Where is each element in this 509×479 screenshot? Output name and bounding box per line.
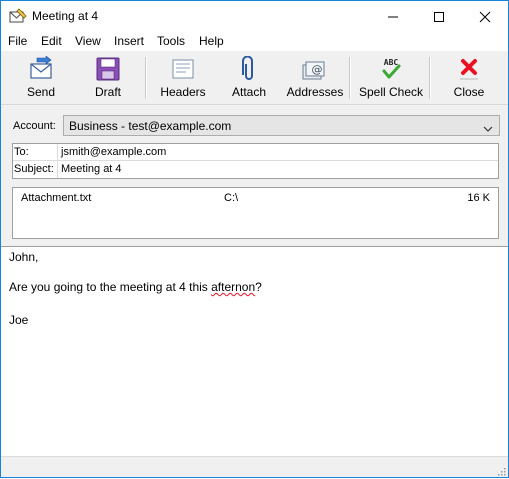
send-button[interactable]: Send	[13, 53, 69, 103]
headers-button[interactable]: Headers	[153, 53, 213, 103]
spell-check-label: Spell Check	[358, 85, 424, 99]
body-text: Are you going to the meeting at 4 this	[9, 280, 212, 294]
minimize-button[interactable]	[370, 1, 416, 31]
menu-bar: File Edit View Insert Tools Help	[1, 31, 508, 51]
account-label: Account:	[13, 120, 56, 132]
close-icon	[455, 56, 483, 82]
attach-button[interactable]: Attach	[223, 53, 275, 103]
send-icon	[27, 55, 55, 82]
menu-help[interactable]: Help	[199, 34, 224, 48]
close-label: Close	[453, 85, 485, 99]
menu-file[interactable]: File	[8, 34, 27, 48]
toolbar-separator	[429, 57, 431, 99]
menu-tools[interactable]: Tools	[157, 34, 185, 48]
address-fields: To: jsmith@example.com Subject: Meeting …	[12, 143, 499, 179]
attachments-list: Attachment.txt C:\ 16 K	[12, 187, 499, 239]
body-text-end: ?	[255, 280, 262, 294]
body-greeting: John,	[9, 250, 39, 264]
chevron-down-icon	[483, 122, 493, 136]
status-bar	[1, 456, 508, 477]
attachment-size: 16 K	[467, 192, 490, 204]
menu-insert[interactable]: Insert	[114, 34, 144, 48]
body-signature: Joe	[9, 313, 29, 327]
subject-row[interactable]: Subject: Meeting at 4	[13, 161, 498, 178]
address-book-icon: @	[301, 56, 329, 82]
toolbar: Send Draft Headers Attach @ Addresses AB…	[1, 51, 508, 105]
title-bar[interactable]: Meeting at 4	[1, 1, 508, 31]
draft-label: Draft	[94, 85, 121, 99]
to-label: To:	[14, 146, 29, 158]
save-draft-icon	[94, 56, 122, 82]
spell-check-button[interactable]: ABC Spell Check	[355, 53, 427, 103]
headers-label: Headers	[160, 85, 206, 99]
subject-label: Subject:	[14, 163, 54, 175]
close-message-button[interactable]: Close	[441, 53, 497, 103]
to-row[interactable]: To: jsmith@example.com	[13, 144, 498, 161]
spell-check-icon: ABC	[377, 56, 405, 82]
window-title: Meeting at 4	[32, 9, 99, 23]
window-close-button[interactable]	[462, 1, 508, 31]
app-mail-icon	[9, 8, 27, 24]
minimize-icon	[388, 16, 398, 18]
send-label: Send	[26, 85, 56, 99]
message-header-panel: Account: Business - test@example.com To:…	[1, 106, 508, 246]
maximize-button[interactable]	[416, 1, 462, 31]
menu-view[interactable]: View	[75, 34, 101, 48]
attachment-name: Attachment.txt	[21, 192, 92, 204]
account-select[interactable]: Business - test@example.com	[63, 115, 500, 136]
resize-grip-icon[interactable]	[496, 465, 506, 476]
account-value: Business - test@example.com	[69, 119, 232, 133]
attachment-path: C:\	[224, 192, 239, 204]
toolbar-separator	[145, 57, 147, 99]
svg-text:@: @	[312, 63, 323, 76]
paperclip-icon	[235, 55, 263, 82]
maximize-icon	[434, 12, 444, 22]
to-field[interactable]: jsmith@example.com	[61, 146, 166, 158]
close-icon	[479, 11, 491, 23]
email-compose-window: Meeting at 4 File Edit View Insert Tools…	[0, 0, 509, 478]
body-paragraph: Are you going to the meeting at 4 this a…	[9, 280, 262, 294]
misspelled-word[interactable]: afternon	[211, 280, 255, 294]
addresses-button[interactable]: @ Addresses	[283, 53, 347, 103]
headers-icon	[169, 56, 197, 82]
addresses-label: Addresses	[286, 85, 344, 99]
subject-field[interactable]: Meeting at 4	[61, 163, 122, 175]
menu-edit[interactable]: Edit	[41, 34, 62, 48]
spell-icon-text: ABC	[384, 58, 399, 67]
message-body-editor[interactable]: John, Are you going to the meeting at 4 …	[1, 246, 508, 456]
attach-label: Attach	[231, 85, 267, 99]
draft-button[interactable]: Draft	[81, 53, 135, 103]
toolbar-separator	[349, 57, 351, 99]
